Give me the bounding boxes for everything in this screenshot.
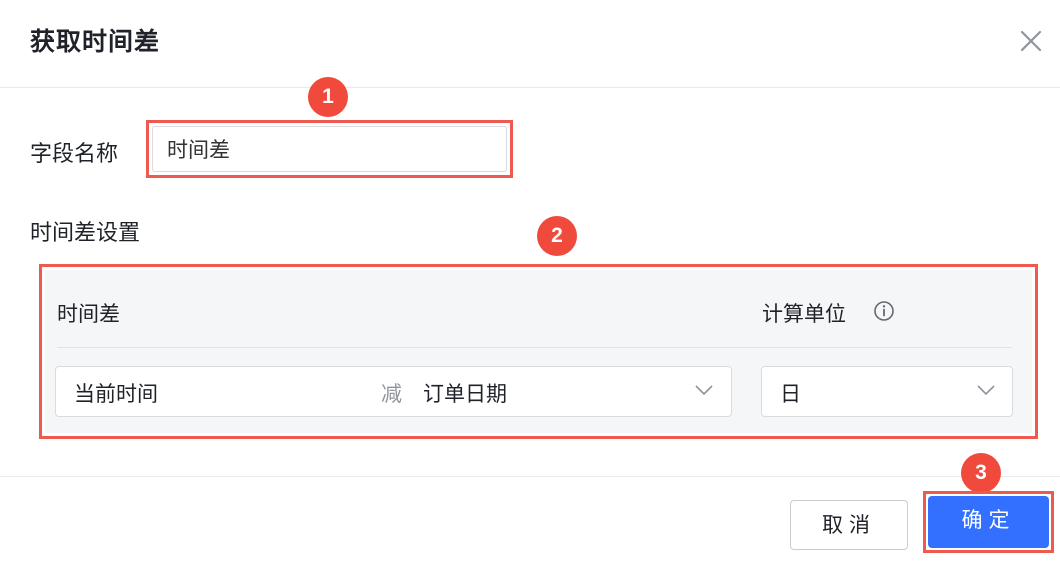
step-badge-2: 2 [537,216,577,256]
time-diff-settings-label: 时间差设置 [30,221,141,246]
step-badge-1: 1 [308,77,348,117]
field-name-label: 字段名称 [30,142,119,167]
start-time-value: 当前时间 [74,382,158,406]
unit-select[interactable]: 日 [761,366,1013,417]
time-diff-settings-highlight: 时间差 计算单位 当前时间 减 订单日期 日 [39,264,1038,439]
chevron-down-icon [977,385,995,396]
dialog-title: 获取时间差 [30,27,161,56]
dialog-header: 获取时间差 [0,0,1060,88]
chevron-down-icon [695,385,713,396]
confirm-button[interactable]: 确定 [928,496,1049,548]
cancel-button[interactable]: 取消 [790,500,908,550]
unit-value: 日 [780,382,801,406]
time-diff-column-header: 时间差 [57,302,120,326]
step-badge-3: 3 [961,453,1001,493]
close-icon[interactable] [1014,24,1048,58]
info-icon[interactable] [873,300,895,322]
get-time-diff-dialog: 获取时间差 1 字段名称 时间差设置 2 时间差 计算单位 当前时间 减 订单日… [0,0,1060,568]
end-time-value: 订单日期 [423,382,507,406]
field-name-input[interactable] [152,126,507,172]
time-range-select[interactable]: 当前时间 减 订单日期 [55,366,732,417]
unit-column-header: 计算单位 [762,302,846,326]
field-name-highlight [146,120,513,178]
panel-divider [57,347,1012,348]
minus-operator: 减 [381,382,402,406]
time-diff-settings-panel: 时间差 计算单位 当前时间 减 订单日期 日 [45,270,1032,433]
confirm-button-highlight: 确定 [923,491,1054,553]
